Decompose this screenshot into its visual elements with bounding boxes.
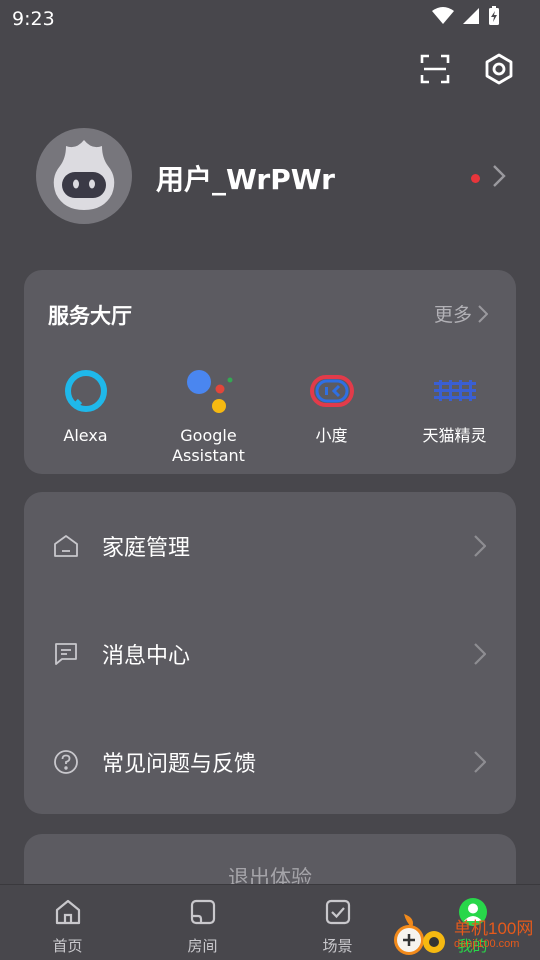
chevron-right-icon (474, 535, 486, 557)
avatar[interactable] (36, 128, 132, 224)
alexa-icon (61, 366, 111, 416)
menu-item-label: 家庭管理 (102, 536, 191, 561)
menu-card: 家庭管理 消息中心 常见问题与反馈 (24, 492, 516, 814)
service-label: Alexa (63, 426, 108, 445)
signal-icon (463, 8, 479, 24)
help-icon (52, 748, 80, 776)
status-time: 9:23 (12, 8, 55, 30)
service-label: 天猫精灵 (422, 426, 487, 445)
tmall-genie-icon (430, 366, 480, 416)
watermark-logo-icon (394, 914, 445, 955)
tab-label: 房间 (187, 937, 218, 955)
service-google-assistant[interactable]: Google Assistant (147, 366, 270, 466)
notification-dot (471, 174, 480, 183)
robot-avatar-icon (53, 140, 115, 210)
status-icons (432, 6, 500, 26)
scan-button[interactable] (418, 52, 452, 86)
google-assistant-icon (184, 366, 234, 416)
services-card: 服务大厅 更多 Alexa Google Assistant 小度 天猫精灵 (24, 270, 516, 474)
chevron-right-icon (493, 165, 506, 187)
watermark: 单机100网 danji100.com (390, 912, 540, 960)
services-more-label: 更多 (433, 304, 472, 326)
chevron-right-icon (474, 751, 486, 773)
home-tab-icon (51, 895, 85, 929)
service-label: 小度 (315, 426, 348, 445)
tab-label: 首页 (52, 937, 83, 955)
services-title: 服务大厅 (48, 304, 132, 328)
chevron-right-icon (478, 304, 488, 323)
top-actions (418, 52, 516, 86)
service-tmall-genie[interactable]: 天猫精灵 (393, 366, 516, 466)
tab-home[interactable]: 首页 (0, 885, 135, 960)
xiaodu-icon (307, 366, 357, 416)
scan-icon (420, 54, 450, 84)
watermark-url: danji100.com (454, 938, 520, 950)
tab-scenes[interactable]: 场景 (270, 885, 405, 960)
username: 用户_WrPWr (156, 163, 335, 196)
home-icon (52, 532, 80, 560)
tab-label: 场景 (322, 937, 353, 955)
menu-item-label: 常见问题与反馈 (102, 752, 257, 777)
tab-rooms[interactable]: 房间 (135, 885, 270, 960)
services-row: Alexa Google Assistant 小度 天猫精灵 (24, 366, 516, 466)
menu-item-home-management[interactable]: 家庭管理 (24, 496, 516, 596)
scene-tab-icon (321, 895, 355, 929)
chevron-right-icon (474, 643, 486, 665)
menu-item-label: 消息中心 (102, 644, 191, 669)
message-icon (52, 640, 80, 668)
settings-button[interactable] (482, 52, 516, 86)
menu-item-faq-feedback[interactable]: 常见问题与反馈 (24, 712, 516, 812)
profile-header[interactable]: 用户_WrPWr (36, 128, 516, 224)
watermark-text: 单机100网 (454, 919, 534, 938)
wifi-icon (432, 7, 454, 24)
service-label: Google Assistant (172, 426, 245, 465)
service-xiaodu[interactable]: 小度 (270, 366, 393, 466)
services-more-link[interactable]: 更多 (434, 300, 488, 327)
menu-item-message-center[interactable]: 消息中心 (24, 604, 516, 704)
status-bar: 9:23 (0, 0, 540, 36)
settings-icon (485, 53, 513, 85)
battery-icon (489, 6, 499, 25)
service-alexa[interactable]: Alexa (24, 366, 147, 466)
room-tab-icon (186, 895, 220, 929)
